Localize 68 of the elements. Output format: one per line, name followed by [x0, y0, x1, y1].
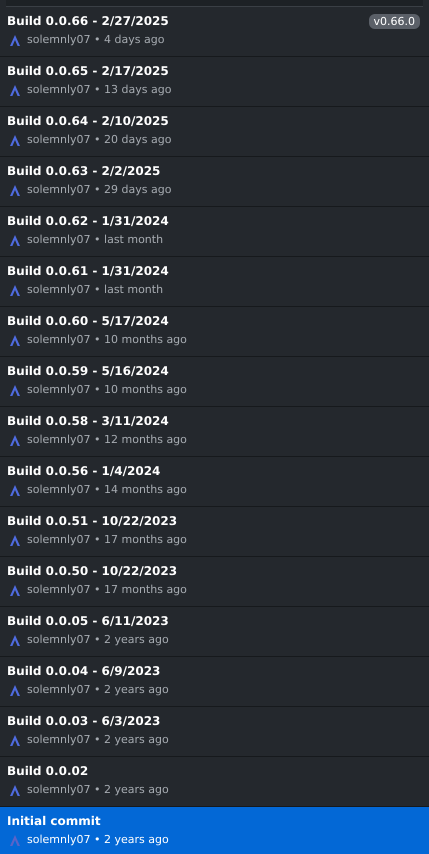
commit-row[interactable]: Build 0.0.64 - 2/10/2025 solemnly07 • 20 days ago [0, 107, 429, 157]
avatar-icon [10, 334, 20, 346]
commit-row[interactable]: Build 0.0.05 - 6/11/2023 solemnly07 • 2 years ago [0, 607, 429, 657]
commit-title: Build 0.0.65 - 2/17/2025 [7, 64, 170, 79]
avatar-icon [10, 534, 20, 546]
avatar-icon [10, 84, 20, 96]
commit-row[interactable]: Build 0.0.66 - 2/27/2025 solemnly07 • 4 days ago v0.66.0 [0, 7, 429, 57]
commit-meta: solemnly07 • last month [27, 233, 164, 247]
avatar-icon [10, 734, 20, 746]
commit-meta: solemnly07 • 14 months ago [27, 483, 187, 497]
commit-title: Build 0.0.05 - 6/11/2023 [7, 614, 170, 629]
avatar-icon [10, 684, 20, 696]
commit-meta: solemnly07 • 29 days ago [27, 183, 172, 197]
commit-title: Build 0.0.56 - 1/4/2024 [7, 464, 162, 479]
commit-meta: solemnly07 • 2 years ago [27, 783, 169, 797]
commit-meta: solemnly07 • 10 months ago [27, 383, 187, 397]
avatar-icon [10, 834, 20, 846]
commit-row[interactable]: Build 0.0.59 - 5/16/2024 solemnly07 • 10 months ago [0, 357, 429, 407]
commit-meta: solemnly07 • 20 days ago [27, 133, 172, 147]
commit-row[interactable]: Initial commit solemnly07 • 2 years ago [0, 807, 429, 854]
commit-meta: solemnly07 • 12 months ago [27, 433, 187, 447]
avatar-icon [10, 584, 20, 596]
commit-row[interactable]: Build 0.0.04 - 6/9/2023 solemnly07 • 2 years ago [0, 657, 429, 707]
avatar-icon [10, 284, 20, 296]
commit-row[interactable]: Build 0.0.03 - 6/3/2023 solemnly07 • 2 years ago [0, 707, 429, 757]
commit-title: Build 0.0.58 - 3/11/2024 [7, 414, 170, 429]
avatar-icon [10, 184, 20, 196]
avatar-icon [10, 434, 20, 446]
commit-meta: solemnly07 • 13 days ago [27, 83, 172, 97]
commit-meta: solemnly07 • 2 years ago [27, 833, 169, 847]
commit-row[interactable]: Build 0.0.65 - 2/17/2025 solemnly07 • 13 days ago [0, 57, 429, 107]
commit-row[interactable]: Build 0.0.60 - 5/17/2024 solemnly07 • 10 months ago [0, 307, 429, 357]
commit-title: Build 0.0.61 - 1/31/2024 [7, 264, 170, 279]
commit-meta: solemnly07 • 10 months ago [27, 333, 187, 347]
commit-row[interactable]: Build 0.0.51 - 10/22/2023 solemnly07 • 17 months ago [0, 507, 429, 557]
commit-meta: solemnly07 • 2 years ago [27, 683, 169, 697]
avatar-icon [10, 234, 20, 246]
commit-title: Build 0.0.64 - 2/10/2025 [7, 114, 170, 129]
commit-title: Build 0.0.66 - 2/27/2025 [7, 14, 170, 29]
commit-title: Build 0.0.03 - 6/3/2023 [7, 714, 162, 729]
avatar-icon [10, 34, 20, 46]
avatar-icon [10, 634, 20, 646]
commit-title: Build 0.0.60 - 5/17/2024 [7, 314, 170, 329]
commit-meta: solemnly07 • last month [27, 283, 164, 297]
avatar-icon [10, 784, 20, 796]
commit-row[interactable]: Build 0.0.58 - 3/11/2024 solemnly07 • 12 months ago [0, 407, 429, 457]
commit-row[interactable]: Build 0.0.56 - 1/4/2024 solemnly07 • 14 months ago [0, 457, 429, 507]
commit-meta: solemnly07 • 17 months ago [27, 533, 187, 547]
commit-row[interactable]: Build 0.0.62 - 1/31/2024 solemnly07 • last month [0, 207, 429, 257]
commit-row[interactable]: Build 0.0.63 - 2/2/2025 solemnly07 • 29 days ago [0, 157, 429, 207]
commit-meta: solemnly07 • 4 days ago [27, 33, 164, 47]
commit-title: Build 0.0.04 - 6/9/2023 [7, 664, 162, 679]
commit-row[interactable]: Build 0.0.61 - 1/31/2024 solemnly07 • last month [0, 257, 429, 307]
commit-meta: solemnly07 • 2 years ago [27, 733, 169, 747]
avatar-icon [10, 134, 20, 146]
commit-title: Initial commit [7, 814, 102, 829]
commit-row[interactable]: Build 0.0.50 - 10/22/2023 solemnly07 • 17 months ago [0, 557, 429, 607]
commit-title: Build 0.0.02 [7, 764, 90, 779]
tag-badge: v0.66.0 [368, 14, 420, 29]
avatar-icon [10, 384, 20, 396]
commit-meta: solemnly07 • 17 months ago [27, 583, 187, 597]
commit-title: Build 0.0.62 - 1/31/2024 [7, 214, 170, 229]
commit-meta: solemnly07 • 2 years ago [27, 633, 169, 647]
avatar-icon [10, 484, 20, 496]
commit-title: Build 0.0.63 - 2/2/2025 [7, 164, 162, 179]
commit-title: Build 0.0.51 - 10/22/2023 [7, 514, 178, 529]
commit-title: Build 0.0.50 - 10/22/2023 [7, 564, 178, 579]
commit-title: Build 0.0.59 - 5/16/2024 [7, 364, 170, 379]
